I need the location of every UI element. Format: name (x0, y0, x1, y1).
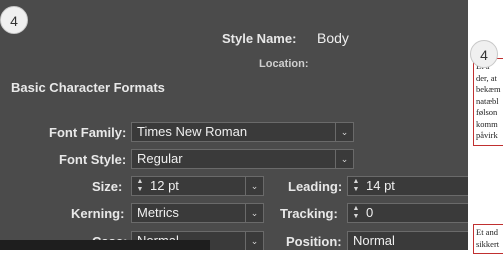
chevron-down-icon[interactable]: ⌄ (335, 123, 353, 141)
position-label: Position: (286, 234, 342, 249)
size-value: 12 pt (150, 178, 179, 193)
text-line: der, at (476, 72, 497, 83)
position-value: Normal (353, 233, 395, 248)
text-line: følson (476, 107, 498, 117)
font-family-value: Times New Roman (137, 124, 248, 139)
stepper-icon[interactable]: ▲ ▼ (135, 178, 145, 194)
stepper-icon[interactable]: ▲ ▼ (351, 178, 361, 194)
kerning-value: Metrics (137, 205, 179, 220)
kerning-label: Kerning: (71, 206, 125, 221)
text-line: Et and (476, 227, 498, 237)
font-style-dropdown[interactable]: Regular ⌄ (131, 149, 354, 169)
font-family-label: Font Family: (49, 125, 127, 140)
size-label: Size: (92, 179, 123, 194)
kerning-dropdown[interactable]: Metrics ⌄ (131, 203, 264, 223)
font-style-value: Regular (137, 151, 183, 166)
tracking-value: 0 (366, 205, 374, 220)
text-line: sikkert (476, 238, 500, 249)
chevron-down-icon[interactable]: ⌄ (245, 232, 263, 250)
text-line: komm (476, 118, 498, 129)
location-label: Location: (259, 58, 309, 70)
chevron-down-icon[interactable]: ⌄ (245, 204, 263, 222)
chevron-down-icon[interactable]: ⌄ (335, 150, 353, 168)
text-line: bekæm (476, 84, 501, 94)
leading-value: 14 pt (366, 178, 395, 193)
font-family-dropdown[interactable]: Times New Roman ⌄ (131, 122, 354, 142)
step-number-badge: 4 (0, 6, 28, 34)
paragraph-style-options-dialog: Style Name: Body Location: Basic Charact… (0, 0, 468, 250)
tracking-label: Tracking: (280, 206, 338, 221)
text-frame: Et a der, at bekæm natæbl følson komm på… (473, 58, 503, 146)
size-combo[interactable]: ▲ ▼ 12 pt ⌄ (131, 176, 264, 196)
leading-label: Leading: (288, 179, 343, 194)
style-name-input[interactable]: Body (311, 28, 468, 48)
section-title: Basic Character Formats (11, 80, 165, 95)
tooltip-bar (0, 240, 210, 250)
leading-combo[interactable]: ▲ ▼ 14 pt (347, 176, 468, 196)
chevron-down-icon[interactable]: ⌄ (245, 177, 263, 195)
step-number-badge: 4 (470, 40, 498, 68)
style-name-label: Style Name: (222, 31, 297, 46)
stepper-icon[interactable]: ▲ ▼ (351, 205, 361, 221)
position-dropdown[interactable]: Normal (347, 231, 468, 250)
text-line: påvirk (476, 130, 498, 140)
font-style-label: Font Style: (59, 152, 127, 167)
tracking-combo[interactable]: ▲ ▼ 0 (347, 203, 468, 223)
text-line: natæbl (476, 95, 499, 106)
